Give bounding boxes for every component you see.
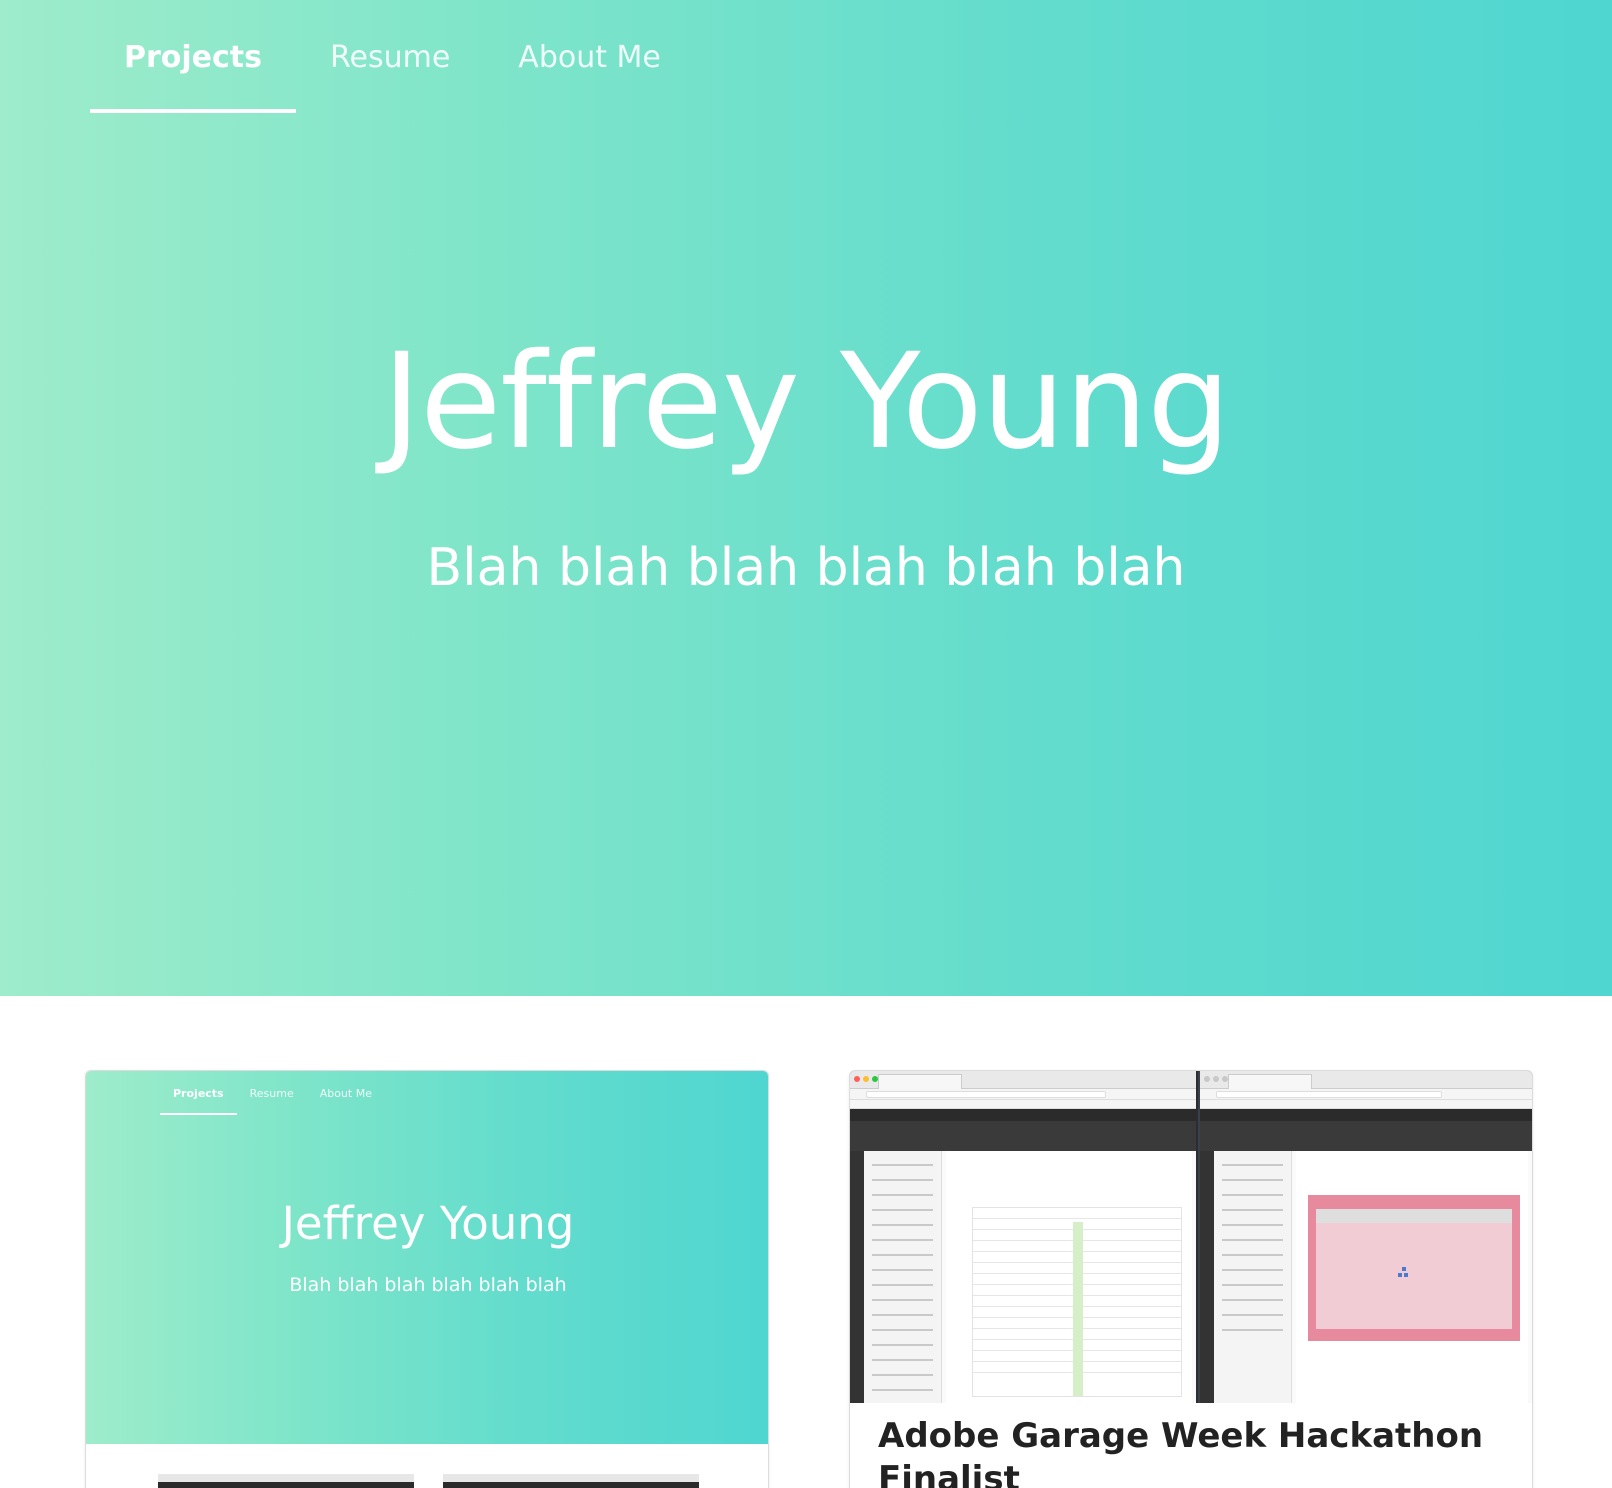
project-title[interactable]: Adobe Garage Week Hackathon Finalist xyxy=(878,1415,1498,1488)
project-card-portfolio[interactable]: Projects Resume About Me Jeffrey Young B… xyxy=(85,1070,769,1488)
hero-title: Jeffrey Young xyxy=(382,325,1231,479)
preview-tab-projects: Projects xyxy=(160,1071,237,1115)
preview-thumbnail xyxy=(158,1474,414,1488)
preview-tab-about-me: About Me xyxy=(319,1086,372,1100)
tab-resume[interactable]: Resume xyxy=(296,0,484,115)
hero-section: Projects Resume About Me Jeffrey Young B… xyxy=(0,0,1612,996)
preview-thumbnail xyxy=(443,1474,699,1488)
preview-nav: Projects Resume About Me xyxy=(160,1071,385,1115)
browser-window-screenshot xyxy=(1200,1071,1532,1403)
preview-subtitle: Blah blah blah blah blah blah xyxy=(289,1274,567,1296)
preview-tab-resume: Resume xyxy=(249,1086,294,1100)
browser-window-screenshot xyxy=(850,1071,1198,1403)
hero-subtitle: Blah blah blah blah blah blah xyxy=(426,538,1186,598)
project-card-hackathon[interactable]: Adobe Garage Week Hackathon Finalist xyxy=(849,1070,1533,1488)
tab-projects[interactable]: Projects xyxy=(90,0,297,115)
portfolio-preview-image: Projects Resume About Me Jeffrey Young B… xyxy=(86,1071,768,1444)
tab-about-me[interactable]: About Me xyxy=(484,0,695,115)
hackathon-screenshot xyxy=(850,1071,1532,1403)
top-nav: Projects Resume About Me xyxy=(90,0,695,115)
preview-title: Jeffrey Young xyxy=(281,1197,575,1250)
